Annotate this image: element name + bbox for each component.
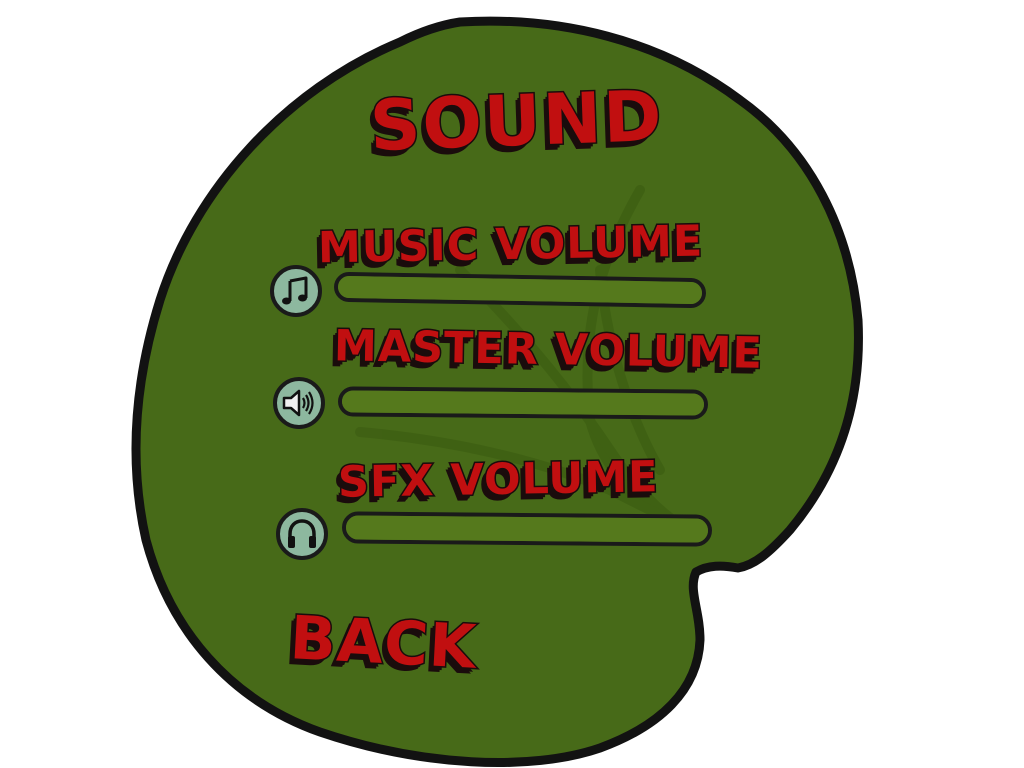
slider-fill [341, 390, 705, 416]
speaker-icon[interactable] [273, 377, 325, 429]
master-volume-label: MASTER VOLUME [332, 320, 765, 380]
sfx-volume-label: SFX VOLUME [336, 451, 660, 510]
music-volume-label: MUSIC VOLUME [316, 215, 705, 275]
headphones-icon[interactable] [276, 508, 328, 560]
slider-fill [345, 515, 709, 543]
back-button[interactable]: BACK [287, 602, 480, 685]
music-note-icon[interactable] [270, 265, 322, 317]
master-volume-slider[interactable] [337, 386, 709, 420]
menu-title: SOUND [367, 73, 666, 168]
sound-menu-screen: SOUND MUSIC VOLUME MASTER VOLUME SFX VOL… [0, 0, 1024, 768]
sfx-volume-slider[interactable] [341, 511, 713, 547]
